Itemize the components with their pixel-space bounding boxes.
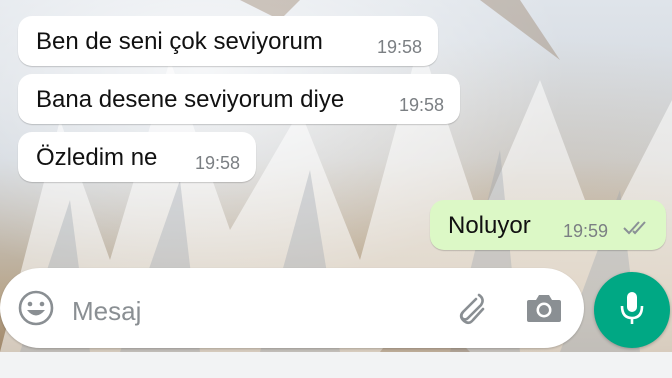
message-text: Noluyor xyxy=(448,212,531,239)
emoji-icon[interactable] xyxy=(16,288,56,328)
message-input[interactable]: Mesaj xyxy=(72,296,141,327)
message-bubble[interactable]: Bana desene seviyorum diye 19:58 xyxy=(18,74,460,124)
camera-icon[interactable] xyxy=(524,288,564,328)
message-bubble[interactable]: Özledim ne 19:58 xyxy=(18,132,256,182)
message-bubble-outgoing[interactable]: Noluyor 19:59 xyxy=(430,200,666,250)
message-composer: Mesaj xyxy=(0,268,584,348)
message-bubble[interactable]: Ben de seni çok seviyorum 19:58 xyxy=(18,16,438,66)
message-text: Bana desene seviyorum diye xyxy=(36,86,345,113)
message-text: Özledim ne xyxy=(36,144,158,171)
mic-button[interactable] xyxy=(594,272,670,348)
message-time: 19:58 xyxy=(194,153,240,173)
mic-icon xyxy=(617,290,647,331)
message-time: 19:58 xyxy=(398,95,444,115)
bottom-strip xyxy=(0,352,672,378)
double-check-icon xyxy=(622,219,652,240)
attach-icon[interactable] xyxy=(450,288,490,328)
message-time: 19:58 xyxy=(376,37,422,57)
message-time: 19:59 xyxy=(562,221,608,241)
message-text: Ben de seni çok seviyorum xyxy=(36,28,323,55)
